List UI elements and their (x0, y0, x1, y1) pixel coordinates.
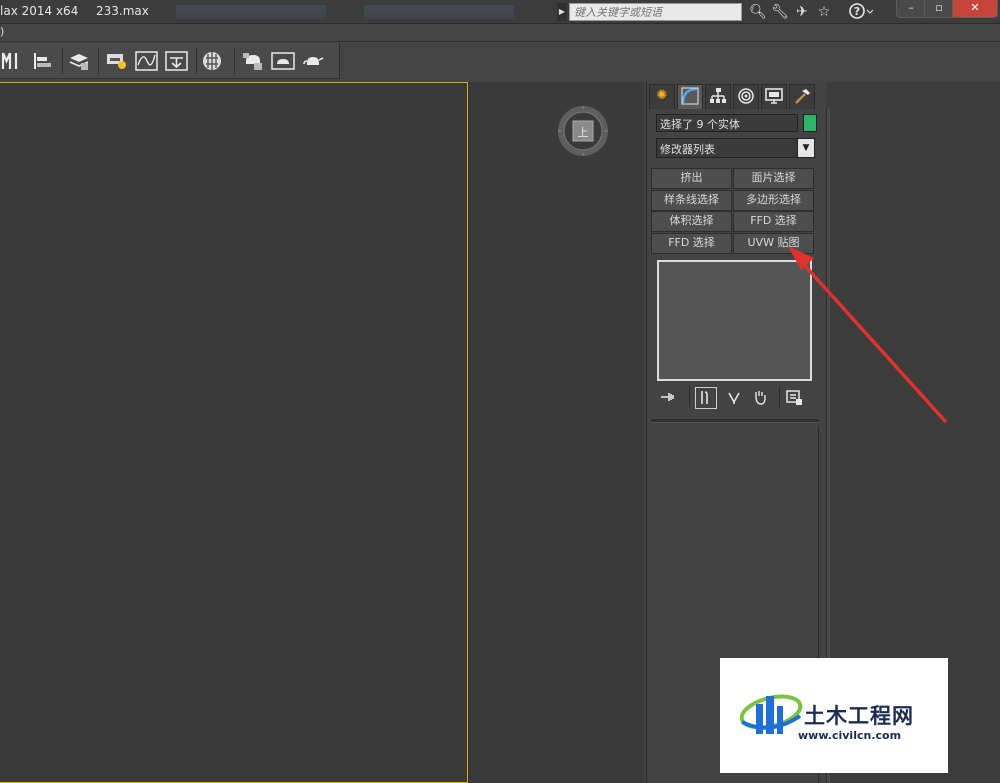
satellite-icon[interactable]: ✈ (792, 2, 812, 22)
hammer-icon (795, 89, 810, 104)
poly-select-button[interactable]: 多边形选择 (733, 190, 814, 211)
tab-hierarchy[interactable] (705, 84, 731, 109)
menu-bar: ) (0, 24, 1000, 42)
show-end-result-icon[interactable] (695, 387, 717, 409)
close-button[interactable]: ✕ (952, 0, 998, 18)
spline-select-button[interactable]: 样条线选择 (651, 190, 732, 211)
mirror-icon[interactable] (0, 49, 26, 73)
motion-icon (738, 88, 754, 104)
watermark-title: 土木工程网 (804, 704, 914, 728)
active-viewport[interactable] (0, 82, 468, 783)
chevron-down-icon[interactable]: ▼ (797, 138, 815, 158)
watermark-url: www.civilcn.com (798, 729, 902, 742)
schematic-view-icon[interactable] (164, 49, 190, 73)
selection-name-field[interactable]: 选择了 9 个实体 (656, 114, 798, 132)
curve-editor-icon[interactable] (134, 49, 160, 73)
wrench-icon[interactable]: 🔧︎ (770, 2, 790, 22)
title-bar: lax 2014 x64 233.max ▶ 🔍︎ 🔧︎ ✈ ☆ ? – ▫ ✕ (0, 0, 1000, 24)
help-icon[interactable]: ? (848, 2, 874, 22)
app-title: lax 2014 x64 (0, 4, 79, 18)
layer-manager-icon[interactable] (66, 49, 92, 73)
remove-modifier-icon[interactable] (751, 388, 769, 406)
object-color-swatch[interactable] (803, 114, 817, 132)
align-icon[interactable] (30, 49, 56, 73)
star-icon[interactable]: ☆ (814, 2, 834, 22)
tab-display[interactable] (761, 84, 787, 109)
monitor-icon (765, 88, 783, 104)
binoculars-icon[interactable]: 🔍︎ (748, 2, 768, 22)
material-editor-icon[interactable] (200, 49, 226, 73)
modify-arc-icon (681, 87, 699, 105)
tab-utilities[interactable] (789, 84, 815, 109)
scene-explorer-icon[interactable] (104, 49, 130, 73)
patch-select-button[interactable]: 面片选择 (733, 168, 814, 189)
taskbar-tab[interactable] (176, 5, 326, 19)
file-name: 233.max (96, 4, 149, 18)
ffd-select-button-2[interactable]: FFD 选择 (651, 233, 732, 254)
minimize-button[interactable]: – (896, 0, 926, 18)
rendered-frame-icon[interactable] (270, 49, 296, 73)
viewcube-face-label: 上 (578, 126, 589, 139)
tab-modify[interactable] (677, 84, 703, 109)
viewcube[interactable]: 上 (557, 105, 609, 157)
maximize-button[interactable]: ▫ (924, 0, 954, 18)
vol-select-button[interactable]: 体积选择 (651, 211, 732, 232)
svg-text:?: ? (854, 5, 860, 18)
render-teapot-icon[interactable] (300, 49, 326, 73)
extrude-button[interactable]: 挤出 (651, 168, 732, 189)
make-unique-icon[interactable] (727, 388, 745, 406)
render-setup-icon[interactable] (240, 49, 266, 73)
tab-motion[interactable] (733, 84, 759, 109)
tab-create[interactable]: ✺ (649, 84, 675, 109)
taskbar-tab[interactable] (364, 5, 514, 19)
viewport[interactable] (468, 82, 644, 783)
window-controls: – ▫ ✕ (896, 0, 1000, 18)
menu-item[interactable]: ) (0, 25, 4, 38)
logo-emblem-icon (739, 694, 803, 734)
sun-icon: ✺ (656, 88, 668, 103)
pin-stack-icon[interactable] (659, 388, 677, 406)
modifier-list-dropdown[interactable]: 修改器列表 (656, 138, 815, 158)
annotation-arrow (788, 246, 947, 423)
search-expand-icon[interactable]: ▶ (557, 3, 567, 21)
search-input[interactable] (569, 3, 742, 21)
main-toolbar (0, 43, 340, 79)
ffd-select-button[interactable]: FFD 选择 (733, 211, 814, 232)
hierarchy-icon (710, 88, 726, 103)
watermark-logo: 土木工程网 www.civilcn.com (720, 658, 948, 773)
